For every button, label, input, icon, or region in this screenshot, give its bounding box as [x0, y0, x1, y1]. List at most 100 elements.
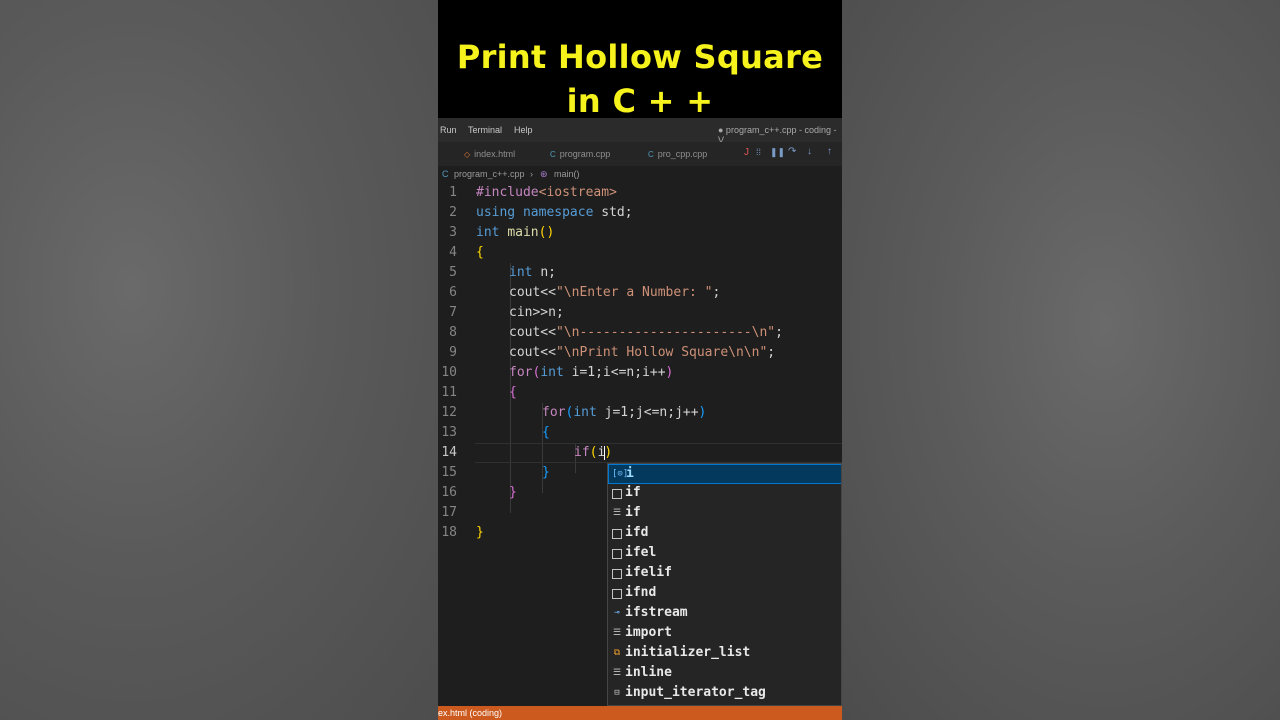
menu-run[interactable]: Run — [440, 125, 457, 135]
breadcrumb-symbol[interactable]: main() — [554, 169, 580, 179]
keyword-icon: ☰ — [612, 508, 622, 518]
suggestion-item[interactable]: [⊙] i — [608, 464, 841, 484]
keyword-token: int — [540, 365, 564, 380]
breadcrumb-file[interactable]: program_c++.cpp — [454, 169, 525, 179]
step-over-icon[interactable]: ↷ — [788, 146, 796, 157]
step-out-icon[interactable]: ↑ — [827, 146, 832, 157]
suggestion-label: import — [625, 625, 672, 640]
code-token: ; — [712, 285, 721, 300]
bracket-token: ) — [698, 405, 707, 420]
code-line: 12 for(int j=1;j<=n;j++) — [438, 403, 842, 423]
line-number: 13 — [441, 425, 457, 440]
keyword-token: using — [476, 205, 516, 220]
keyword-token: for — [542, 405, 566, 420]
html-file-icon: ◇ — [464, 150, 471, 159]
run-indicator-icon: J — [744, 147, 749, 158]
code-line: 9 cout<<"\nPrint Hollow Square\n\n"; — [438, 343, 842, 363]
code-text: for(int j=1;j<=n;j++) — [542, 405, 706, 420]
line-number: 4 — [449, 245, 457, 260]
suggestion-label: i — [626, 466, 634, 481]
menu-bar: Run Terminal Help ● program_c++.cpp - co… — [438, 118, 842, 145]
code-token: n; — [540, 265, 556, 280]
line-number: 2 — [449, 205, 457, 220]
suggestion-item[interactable]: ⊸ ifstream — [608, 604, 841, 624]
include-token: <iostream> — [538, 185, 617, 200]
suggestion-item[interactable]: ⊟ input_iterator_tag — [608, 684, 841, 704]
suggestion-label: if — [625, 485, 641, 500]
line-number: 6 — [449, 285, 457, 300]
code-line: 10 for(int i=1;i<=n;i++) — [438, 363, 842, 383]
keyword-icon: ☰ — [612, 628, 622, 638]
code-text: cout<<"\nPrint Hollow Square\n\n"; — [509, 345, 775, 360]
menu-help[interactable]: Help — [514, 125, 533, 135]
keyword-token: for — [509, 365, 533, 380]
banner-title-line1: Print Hollow Square — [456, 38, 824, 76]
suggestion-item[interactable]: ifel — [608, 544, 841, 564]
tab-index-html[interactable]: ◇ index.html — [464, 149, 515, 159]
tab-program-cpp[interactable]: Cprogram.cpp — [550, 149, 610, 159]
snippet-icon — [612, 589, 622, 599]
snippet-icon — [612, 549, 622, 559]
code-token: cout<< — [509, 325, 556, 340]
line-number: 15 — [441, 465, 457, 480]
step-into-icon[interactable]: ↓ — [807, 146, 812, 157]
suggestion-label: ifstream — [625, 605, 688, 620]
code-token: ; — [767, 345, 776, 360]
line-number: 3 — [449, 225, 457, 240]
code-text: } — [476, 525, 484, 540]
snippet-icon — [612, 489, 622, 499]
code-text: for(int i=1;i<=n;i++) — [509, 365, 673, 380]
string-token: "\nEnter a Number: " — [555, 285, 713, 300]
blurred-background-left — [0, 0, 438, 720]
suggestion-label: ifnd — [625, 585, 657, 600]
suggestion-item[interactable]: ☰ if — [608, 504, 841, 524]
suggestion-item[interactable]: ☰ inline — [608, 664, 841, 684]
code-token: cout<< — [509, 345, 556, 360]
code-line: 4 { — [438, 243, 842, 263]
status-text[interactable]: ex.html (coding) — [438, 708, 502, 718]
suggestion-item[interactable]: ☰ import — [608, 624, 841, 644]
suggestion-item[interactable]: ifnd — [608, 584, 841, 604]
string-token: "\n----------------------\n" — [555, 325, 776, 340]
keyword-token: int — [573, 405, 597, 420]
code-text: } — [542, 465, 550, 480]
suggestion-item[interactable]: ⧉ initializer_list — [608, 644, 841, 664]
keyword-icon: ☰ — [612, 668, 622, 678]
title-banner: Print Hollow Square in C + + — [438, 0, 842, 120]
menu-terminal[interactable]: Terminal — [468, 125, 502, 135]
suggestion-label: initializer_list — [625, 645, 751, 660]
bracket-token: () — [538, 225, 555, 240]
code-line: 7 cin>>n; — [438, 303, 842, 323]
code-text: { — [509, 385, 517, 400]
line-number: 10 — [441, 365, 457, 380]
variable-icon: [⊙] — [612, 469, 629, 479]
suggestion-item[interactable]: ifelif — [608, 564, 841, 584]
suggestion-item[interactable]: if — [608, 484, 841, 504]
code-token: ; — [775, 325, 783, 340]
string-token: "\nPrint Hollow Square\n\n" — [555, 345, 768, 360]
editor-tab-bar: ◇ index.html Cprogram.cpp Cpro_cpp.cpp J … — [438, 142, 842, 166]
code-line: 6 cout<<"\nEnter a Number: "; — [438, 283, 842, 303]
code-token: std; — [601, 205, 633, 220]
suggestion-label: ifel — [625, 545, 657, 560]
code-line: 1 #include<iostream> — [438, 183, 842, 203]
code-text: cout<<"\n----------------------\n"; — [509, 325, 783, 340]
blurred-background-right — [842, 0, 1280, 720]
line-number: 17 — [441, 505, 457, 520]
line-number: 9 — [449, 345, 457, 360]
line-number: 11 — [441, 385, 457, 400]
line-number: 16 — [441, 485, 457, 500]
suggestion-item[interactable]: ifd — [608, 524, 841, 544]
keyword-token: int — [509, 265, 533, 280]
pause-icon[interactable]: ❚❚ — [770, 147, 785, 158]
suggestion-label: inline — [625, 665, 672, 680]
tab-pro-cpp[interactable]: Cpro_cpp.cpp — [648, 149, 707, 159]
current-line-highlight — [475, 443, 842, 463]
status-bar: ex.html (coding) — [438, 706, 842, 720]
snippet-icon — [612, 569, 622, 579]
drag-handle-icon[interactable]: ⁞⁞ — [756, 147, 761, 157]
code-text: { — [476, 245, 484, 260]
keyword-token: namespace — [522, 205, 594, 220]
keyword-token: int — [476, 225, 500, 240]
banner-title-line2: in C + + — [566, 82, 714, 120]
